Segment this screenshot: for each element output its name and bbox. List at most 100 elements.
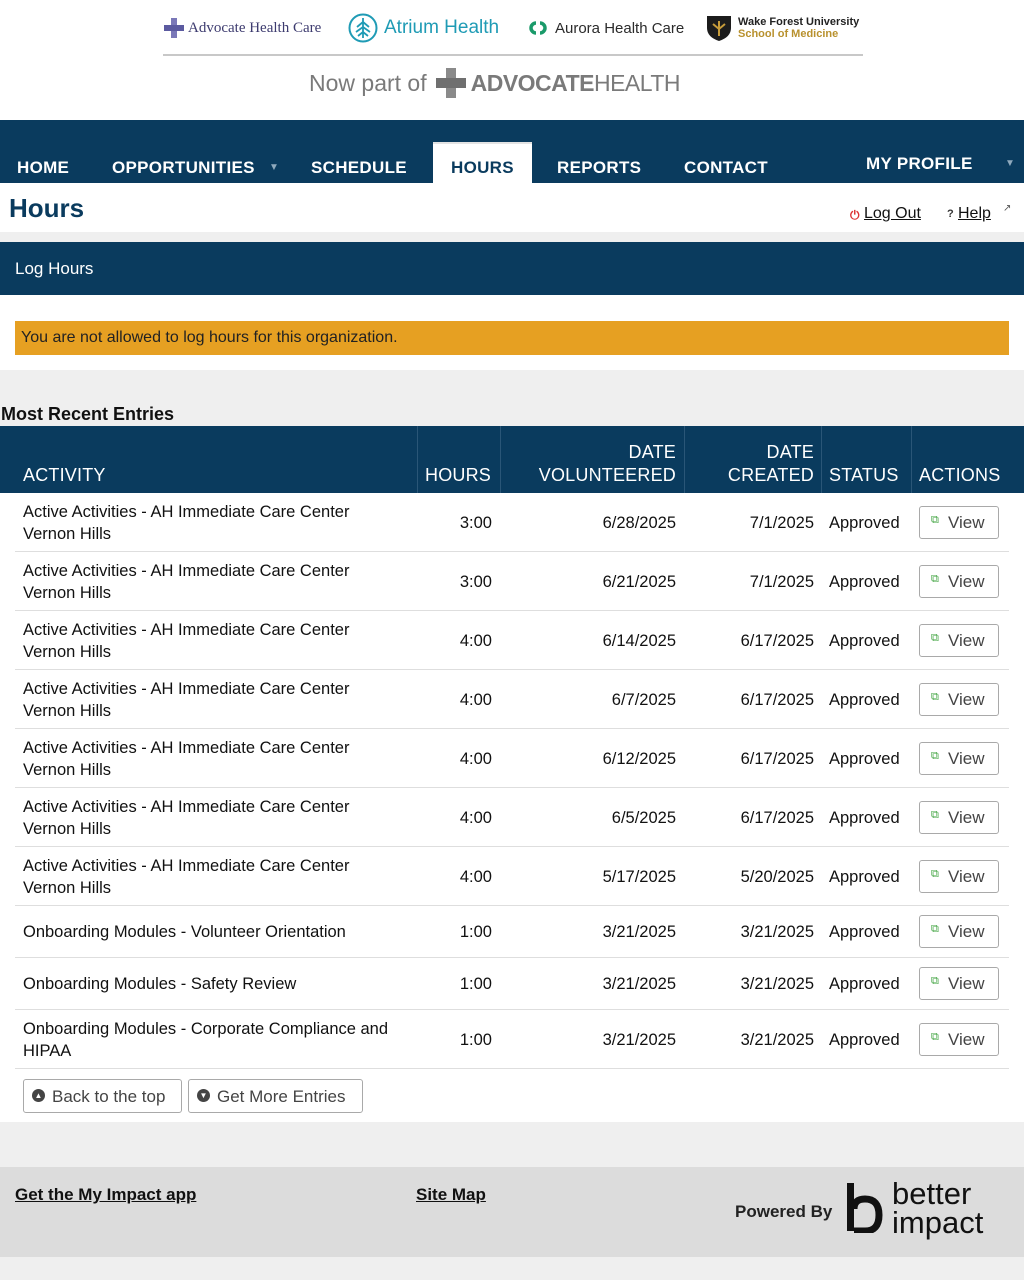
cell-date-volunteered: 6/28/2025 [602, 513, 676, 532]
col-status[interactable]: STATUS [829, 464, 899, 487]
question-icon: ? [947, 208, 954, 220]
powered-by-label: Powered By [735, 1202, 833, 1221]
cell-hours: 4:00 [459, 749, 492, 768]
section-title: Most Recent Entries [1, 404, 175, 424]
view-button[interactable]: ⧉ View [919, 967, 999, 1000]
view-button[interactable]: ⧉ View [919, 1022, 999, 1056]
cell-status: Approved [829, 572, 900, 591]
view-button[interactable]: ⧉ View [919, 915, 999, 948]
warning-alert: You are not allowed to log hours for thi… [15, 321, 1009, 355]
cell-status: Approved [829, 923, 900, 941]
log-hours-panel: You are not allowed to log hours for thi… [0, 295, 1024, 370]
cell-activity: Onboarding Modules - Safety Review [23, 975, 297, 993]
cell-hours: 3:00 [459, 513, 492, 532]
back-to-top-button[interactable]: ▲ Back to the top [23, 1079, 182, 1113]
nav-my-profile[interactable]: MY PROFILE [866, 154, 973, 179]
wake-forest-logo: Wake Forest University School of Medicin… [706, 10, 859, 46]
view-button[interactable]: ⧉ View [919, 859, 999, 893]
advocate-health-banner: Now part of ADVOCATE HEALTH [309, 66, 681, 100]
table-row: Onboarding Modules - Corporate Complianc… [15, 1010, 1009, 1069]
cell-hours: 4:00 [459, 867, 492, 886]
page-title: Hours [9, 193, 85, 223]
cell-status: Approved [829, 631, 900, 650]
cell-date-created: 7/1/2025 [749, 513, 814, 532]
cell-hours: 1:00 [459, 1030, 492, 1049]
external-link-icon: ⧉ [931, 923, 939, 935]
cell-date-created: 3/21/2025 [740, 923, 814, 941]
cell-date-volunteered: 6/21/2025 [602, 572, 676, 591]
cell-hours: 3:00 [459, 572, 492, 591]
table-row: Active Activities - AH Immediate Care Ce… [15, 552, 1009, 611]
cell-status: Approved [829, 690, 900, 709]
cell-date-volunteered: 6/7/2025 [611, 690, 676, 709]
title-bar: Hours ⏻ Log Out ? Help ↗ [0, 183, 1024, 232]
cell-date-created: 3/21/2025 [740, 975, 814, 993]
log-hours-heading: Log Hours [15, 259, 94, 278]
table-row: Active Activities - AH Immediate Care Ce… [15, 788, 1009, 847]
col-actions: ACTIONS [919, 465, 1001, 485]
col-date-created[interactable]: DATE CREATED [728, 441, 814, 487]
col-divider [821, 426, 822, 493]
cell-date-volunteered: 6/12/2025 [602, 749, 676, 768]
table-header: ACTIVITY HOURS DATE VOLUNTEERED DATE CRE… [0, 426, 1024, 493]
chevron-down-icon[interactable]: ▼ [269, 162, 279, 173]
col-date-volunteered[interactable]: DATE VOLUNTEERED [539, 441, 676, 487]
cell-hours: 4:00 [459, 808, 492, 827]
arrow-down-circle-icon: ▼ [197, 1089, 210, 1102]
view-button[interactable]: ⧉ View [919, 800, 999, 834]
table-row: Active Activities - AH Immediate Care Ce… [15, 611, 1009, 670]
logout-link[interactable]: Log Out [864, 205, 921, 223]
cell-hours: 4:00 [459, 631, 492, 650]
cell-date-created: 6/17/2025 [740, 808, 814, 827]
warning-text: You are not allowed to log hours for thi… [21, 329, 398, 346]
view-button[interactable]: ⧉ View [919, 682, 999, 716]
leaf-circle-icon [348, 13, 378, 43]
nav-home[interactable]: HOME [17, 158, 69, 183]
cell-activity: Active Activities - AH Immediate Care Ce… [23, 561, 350, 602]
cell-date-created: 7/1/2025 [749, 572, 814, 591]
cell-date-created: 5/20/2025 [740, 867, 814, 886]
cell-date-created: 6/17/2025 [740, 749, 814, 768]
view-button[interactable]: ⧉ View [919, 741, 999, 775]
nav-schedule[interactable]: SCHEDULE [311, 158, 407, 183]
better-impact-wordmark: better impact [892, 1176, 984, 1240]
cell-activity: Onboarding Modules - Corporate Complianc… [23, 1019, 389, 1060]
logo-header: Advocate Health Care Atrium Health Auror… [0, 0, 1024, 120]
cell-activity: Active Activities - AH Immediate Care Ce… [23, 856, 350, 897]
cell-date-volunteered: 5/17/2025 [602, 867, 676, 886]
nav-hours-active-tab[interactable]: HOURS [433, 142, 532, 183]
cell-status: Approved [829, 749, 900, 768]
site-map-link[interactable]: Site Map [416, 1185, 486, 1205]
my-impact-app-link[interactable]: Get the My Impact app [15, 1185, 196, 1205]
col-divider [500, 426, 501, 493]
cell-date-created: 6/17/2025 [740, 690, 814, 709]
cell-status: Approved [829, 513, 900, 532]
arrow-up-circle-icon: ▲ [32, 1089, 45, 1102]
help-link[interactable]: Help [958, 205, 991, 223]
col-divider [911, 426, 912, 493]
get-more-entries-button[interactable]: ▼ Get More Entries [188, 1079, 363, 1113]
external-link-icon: ⧉ [931, 867, 939, 880]
nav-reports[interactable]: REPORTS [557, 158, 641, 183]
cell-status: Approved [829, 867, 900, 886]
external-link-icon: ⧉ [931, 690, 939, 703]
advocate-health-care-logo: Advocate Health Care [163, 10, 321, 46]
view-button[interactable]: ⧉ View [919, 564, 999, 598]
view-button[interactable]: ⧉ View [919, 505, 999, 539]
entries-table: ACTIVITY HOURS DATE VOLUNTEERED DATE CRE… [0, 426, 1024, 1122]
cell-activity: Active Activities - AH Immediate Care Ce… [23, 738, 350, 779]
external-link-icon: ⧉ [931, 513, 939, 526]
table-row: Active Activities - AH Immediate Care Ce… [15, 670, 1009, 729]
col-hours[interactable]: HOURS [425, 464, 491, 487]
view-button[interactable]: ⧉ View [919, 623, 999, 657]
better-impact-logo-icon [847, 1183, 883, 1233]
col-activity[interactable]: ACTIVITY [23, 464, 106, 487]
chevron-down-icon[interactable]: ▼ [1005, 158, 1015, 169]
nav-contact[interactable]: CONTACT [684, 158, 768, 183]
table-row: Active Activities - AH Immediate Care Ce… [15, 729, 1009, 788]
shield-icon [707, 16, 731, 41]
cell-date-volunteered: 3/21/2025 [602, 923, 676, 941]
cell-status: Approved [829, 808, 900, 827]
cell-activity: Onboarding Modules - Volunteer Orientati… [23, 923, 346, 941]
nav-opportunities[interactable]: OPPORTUNITIES [112, 158, 255, 183]
